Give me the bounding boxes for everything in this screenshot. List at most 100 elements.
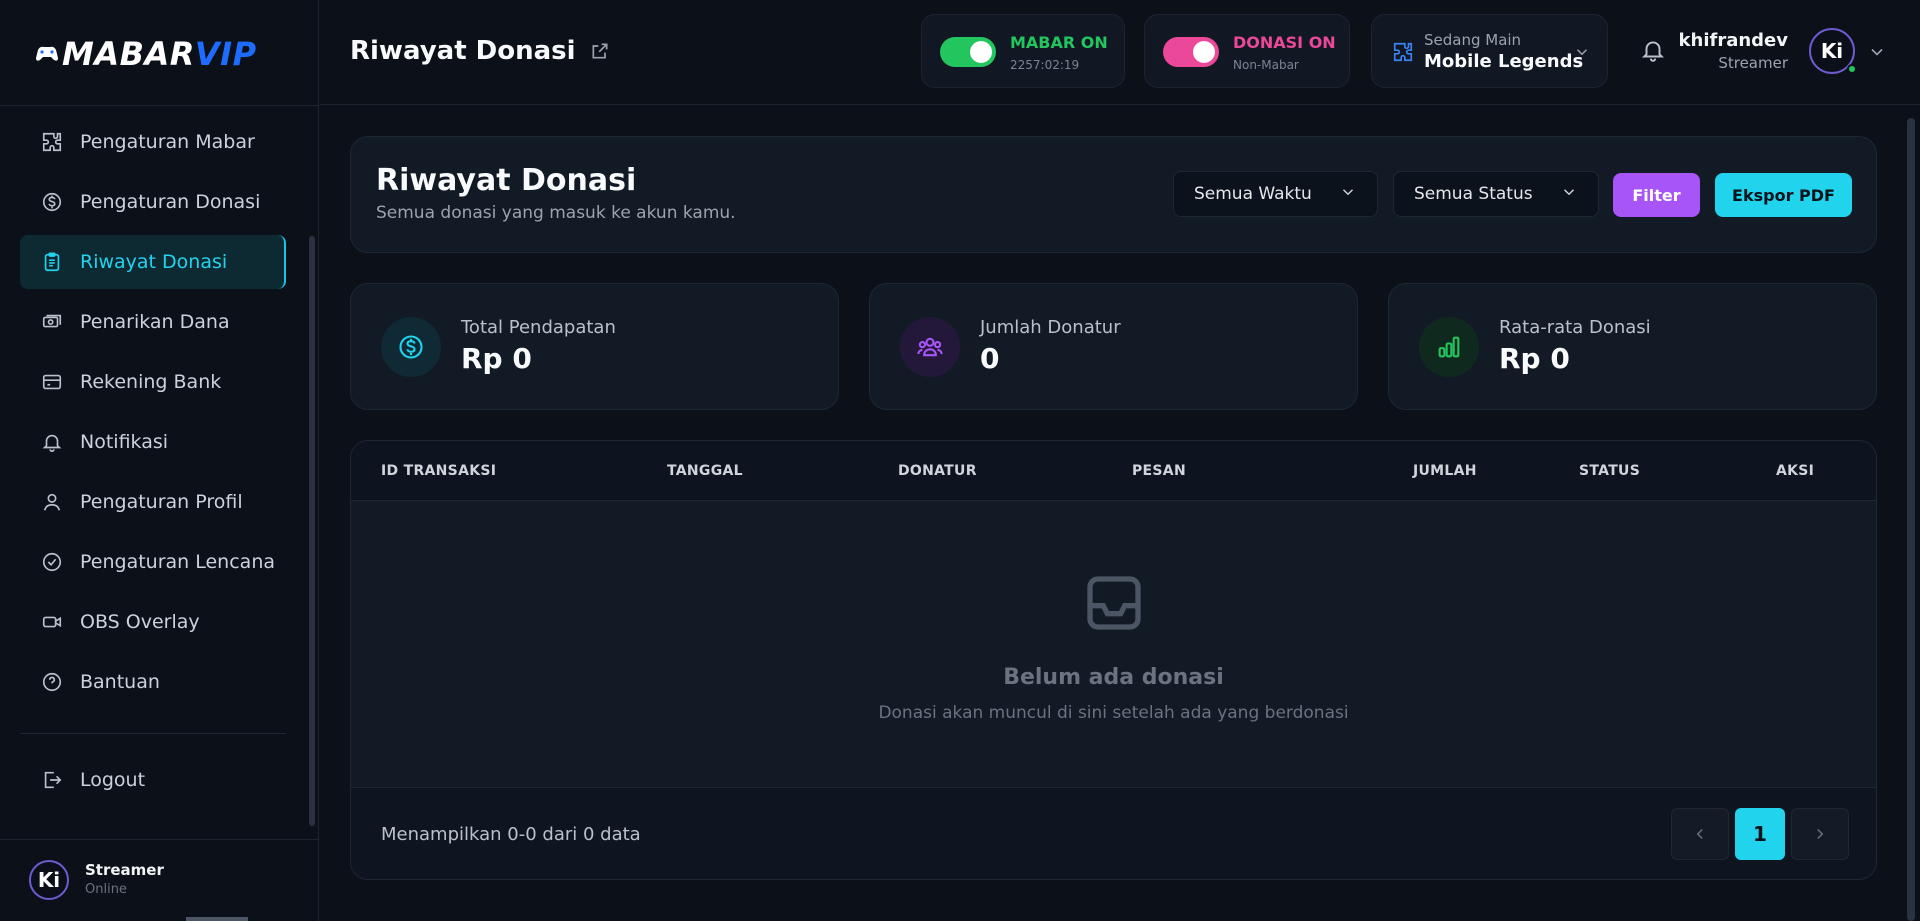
sidebar-user-status: Online — [85, 882, 127, 897]
sidebar-item-notifikasi[interactable]: Notifikasi — [20, 415, 286, 469]
sidebar-item-label: Rekening Bank — [80, 371, 222, 393]
puzzle-icon — [40, 130, 64, 154]
dollar-circle-icon — [40, 190, 64, 214]
inbox-icon — [1082, 571, 1146, 639]
sidebar-item-obs-overlay[interactable]: OBS Overlay — [20, 595, 286, 649]
sidebar-item-label: Pengaturan Profil — [80, 491, 243, 513]
bottom-handle — [186, 917, 248, 921]
credit-card-icon — [40, 370, 64, 394]
sidebar: MABARVIP Pengaturan Mabar Pengaturan Don… — [0, 0, 319, 921]
sidebar-item-label: Pengaturan Donasi — [80, 191, 261, 213]
sidebar-nav: Pengaturan Mabar Pengaturan Donasi Riway… — [20, 115, 286, 715]
brand-logo[interactable]: MABARVIP — [34, 34, 257, 74]
video-icon — [40, 610, 64, 634]
online-status-dot — [1847, 64, 1857, 74]
sidebar-item-rekening-bank[interactable]: Rekening Bank — [20, 355, 286, 409]
sidebar-item-penarikan-dana[interactable]: Penarikan Dana — [20, 295, 286, 349]
sidebar-item-label: OBS Overlay — [80, 611, 200, 633]
stat-value: Rp 0 — [1499, 342, 1570, 375]
time-filter-select[interactable]: Semua Waktu — [1173, 171, 1378, 217]
logout-label: Logout — [80, 769, 146, 791]
donasi-toggle-pill: DONASI ON Non-Mabar — [1144, 14, 1350, 88]
section-subheading: Semua donasi yang masuk ke akun kamu. — [376, 203, 736, 223]
stat-label: Rata-rata Donasi — [1499, 317, 1651, 338]
status-filter-select[interactable]: Semua Status — [1393, 171, 1599, 217]
time-filter-value: Semua Waktu — [1194, 184, 1312, 204]
pagination-page-current[interactable]: 1 — [1735, 808, 1785, 860]
sidebar-item-label: Riwayat Donasi — [80, 251, 228, 273]
chevron-down-icon — [1560, 183, 1578, 206]
sidebar-divider — [0, 105, 319, 106]
sidebar-item-pengaturan-profil[interactable]: Pengaturan Profil — [20, 475, 286, 529]
chevron-down-icon[interactable] — [1867, 42, 1887, 66]
logout-icon — [40, 768, 64, 792]
mabar-toggle-pill: MABAR ON 2257:02:19 — [921, 14, 1125, 88]
page-title-text: Riwayat Donasi — [350, 36, 576, 66]
bell-icon — [40, 430, 64, 454]
pagination-next-button[interactable] — [1791, 808, 1849, 860]
clipboard-icon — [40, 250, 64, 274]
chevron-down-icon — [1573, 43, 1591, 65]
help-circle-icon — [40, 670, 64, 694]
sidebar-item-pengaturan-mabar[interactable]: Pengaturan Mabar — [20, 115, 286, 169]
top-header: Riwayat Donasi MABAR ON 2257:02:19 DONAS… — [320, 0, 1920, 105]
header-user-name[interactable]: khifrandev — [1679, 30, 1788, 51]
logout-button[interactable]: Logout — [20, 753, 286, 807]
notification-bell-icon[interactable] — [1640, 37, 1666, 67]
dollar-circle-icon — [381, 317, 441, 377]
column-header-pesan: PESAN — [1132, 463, 1186, 479]
page-scrollbar[interactable] — [1907, 118, 1915, 921]
export-pdf-button[interactable]: Ekspor PDF — [1715, 173, 1852, 217]
section-heading: Riwayat Donasi — [376, 163, 637, 198]
game-selector[interactable]: Sedang Main Mobile Legends — [1371, 14, 1608, 88]
stat-label: Jumlah Donatur — [980, 317, 1121, 338]
stat-rata-rata-donasi: Rata-rata Donasi Rp 0 — [1388, 283, 1877, 410]
column-header-donatur: DONATUR — [898, 463, 977, 479]
column-header-aksi: AKSI — [1776, 463, 1815, 479]
column-header-status: STATUS — [1579, 463, 1641, 479]
sidebar-item-bantuan[interactable]: Bantuan — [20, 655, 286, 709]
avatar: Ki — [29, 860, 69, 900]
status-filter-value: Semua Status — [1414, 184, 1533, 204]
table-footer: Menampilkan 0-0 dari 0 data 1 — [351, 787, 1876, 879]
sidebar-item-label: Bantuan — [80, 671, 160, 693]
pagination-info: Menampilkan 0-0 dari 0 data — [381, 824, 641, 845]
sidebar-separator — [20, 733, 286, 734]
pagination-prev-button[interactable] — [1671, 808, 1729, 860]
donation-table: ID TRANSAKSI TANGGAL DONATUR PESAN JUMLA… — [350, 440, 1877, 880]
empty-state-title: Belum ada donasi — [1003, 665, 1224, 690]
column-header-tanggal: TANGGAL — [667, 463, 743, 479]
chevron-down-icon — [1339, 183, 1357, 206]
cash-icon — [40, 310, 64, 334]
column-header-jumlah: JUMLAH — [1413, 463, 1477, 479]
column-header-id: ID TRANSAKSI — [381, 463, 497, 479]
donasi-toggle[interactable] — [1163, 37, 1219, 67]
sidebar-item-label: Notifikasi — [80, 431, 169, 453]
header-user-role: Streamer — [1718, 54, 1788, 72]
sidebar-item-pengaturan-donasi[interactable]: Pengaturan Donasi — [20, 175, 286, 229]
sidebar-item-label: Pengaturan Mabar — [80, 131, 255, 153]
game-value: Mobile Legends — [1424, 51, 1584, 72]
filter-button[interactable]: Filter — [1613, 173, 1700, 217]
page-title: Riwayat Donasi — [350, 36, 610, 66]
stat-label: Total Pendapatan — [461, 317, 616, 338]
table-header: ID TRANSAKSI TANGGAL DONATUR PESAN JUMLA… — [351, 441, 1876, 501]
sidebar-scrollbar[interactable] — [309, 236, 315, 826]
game-label: Sedang Main — [1424, 31, 1522, 49]
empty-state-subtitle: Donasi akan muncul di sini setelah ada y… — [878, 703, 1349, 723]
sidebar-item-pengaturan-lencana[interactable]: Pengaturan Lencana — [20, 535, 286, 589]
logo-text-mabar: MABAR — [62, 35, 195, 73]
sidebar-item-label: Penarikan Dana — [80, 311, 230, 333]
history-header-card: Riwayat Donasi Semua donasi yang masuk k… — [350, 136, 1877, 253]
donasi-mode: Non-Mabar — [1233, 58, 1299, 72]
donasi-status-label: DONASI ON — [1233, 33, 1336, 52]
stat-value: Rp 0 — [461, 342, 532, 375]
mabar-toggle[interactable] — [940, 37, 996, 67]
sidebar-item-riwayat-donasi[interactable]: Riwayat Donasi — [20, 235, 286, 289]
external-link-icon[interactable] — [590, 41, 610, 61]
mabar-timer: 2257:02:19 — [1010, 58, 1080, 72]
user-icon — [40, 490, 64, 514]
logo-text-vip: VIP — [194, 35, 257, 73]
chevron-right-icon — [1817, 828, 1824, 840]
sidebar-item-label: Pengaturan Lencana — [80, 551, 276, 573]
